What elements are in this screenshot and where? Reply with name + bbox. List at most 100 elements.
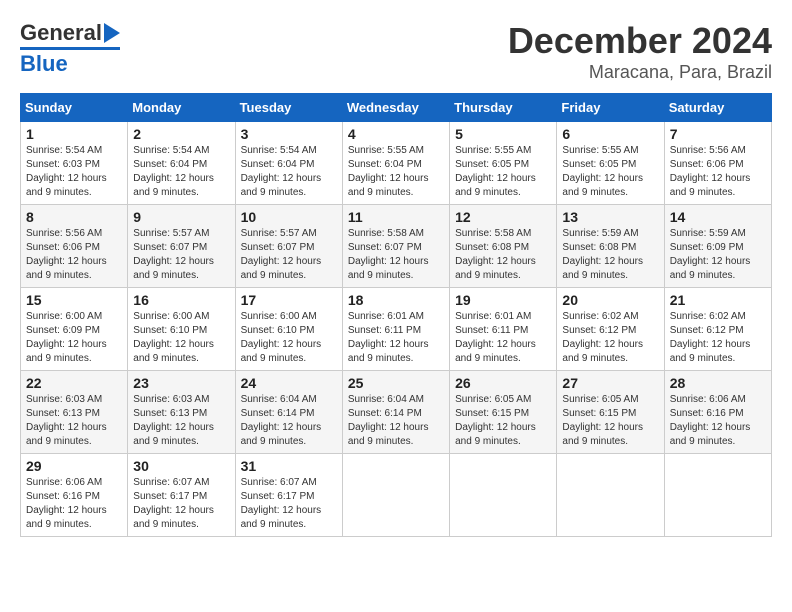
day-info: Sunrise: 6:01 AMSunset: 6:11 PMDaylight:…	[455, 311, 536, 364]
location-title: Maracana, Para, Brazil	[508, 62, 772, 83]
day-info: Sunrise: 6:07 AMSunset: 6:17 PMDaylight:…	[241, 477, 322, 530]
calendar-day-cell: 26 Sunrise: 6:05 AMSunset: 6:15 PMDaylig…	[450, 371, 557, 454]
day-info: Sunrise: 6:00 AMSunset: 6:10 PMDaylight:…	[241, 311, 322, 364]
day-number: 2	[133, 126, 229, 142]
day-number: 25	[348, 375, 444, 391]
day-number: 10	[241, 209, 337, 225]
day-number: 5	[455, 126, 551, 142]
calendar-day-cell: 23 Sunrise: 6:03 AMSunset: 6:13 PMDaylig…	[128, 371, 235, 454]
day-number: 3	[241, 126, 337, 142]
empty-cell	[557, 454, 664, 537]
day-number: 28	[670, 375, 766, 391]
day-info: Sunrise: 6:02 AMSunset: 6:12 PMDaylight:…	[562, 311, 643, 364]
day-info: Sunrise: 6:05 AMSunset: 6:15 PMDaylight:…	[562, 394, 643, 447]
day-info: Sunrise: 5:59 AMSunset: 6:08 PMDaylight:…	[562, 228, 643, 281]
calendar-day-cell: 7 Sunrise: 5:56 AMSunset: 6:06 PMDayligh…	[664, 122, 771, 205]
header: General Blue December 2024 Maracana, Par…	[20, 20, 772, 83]
column-header-friday: Friday	[557, 94, 664, 122]
calendar-header-row: SundayMondayTuesdayWednesdayThursdayFrid…	[21, 94, 772, 122]
calendar-day-cell: 28 Sunrise: 6:06 AMSunset: 6:16 PMDaylig…	[664, 371, 771, 454]
calendar-day-cell: 18 Sunrise: 6:01 AMSunset: 6:11 PMDaylig…	[342, 288, 449, 371]
logo-blue: Blue	[20, 51, 68, 77]
day-info: Sunrise: 6:03 AMSunset: 6:13 PMDaylight:…	[133, 394, 214, 447]
calendar-day-cell: 5 Sunrise: 5:55 AMSunset: 6:05 PMDayligh…	[450, 122, 557, 205]
day-number: 30	[133, 458, 229, 474]
calendar-day-cell: 12 Sunrise: 5:58 AMSunset: 6:08 PMDaylig…	[450, 205, 557, 288]
column-header-sunday: Sunday	[21, 94, 128, 122]
day-number: 1	[26, 126, 122, 142]
calendar-week-row: 15 Sunrise: 6:00 AMSunset: 6:09 PMDaylig…	[21, 288, 772, 371]
calendar-day-cell: 16 Sunrise: 6:00 AMSunset: 6:10 PMDaylig…	[128, 288, 235, 371]
day-info: Sunrise: 6:03 AMSunset: 6:13 PMDaylight:…	[26, 394, 107, 447]
calendar-week-row: 22 Sunrise: 6:03 AMSunset: 6:13 PMDaylig…	[21, 371, 772, 454]
day-info: Sunrise: 6:05 AMSunset: 6:15 PMDaylight:…	[455, 394, 536, 447]
day-info: Sunrise: 5:54 AMSunset: 6:04 PMDaylight:…	[241, 145, 322, 198]
day-number: 17	[241, 292, 337, 308]
calendar-day-cell: 20 Sunrise: 6:02 AMSunset: 6:12 PMDaylig…	[557, 288, 664, 371]
calendar-day-cell: 19 Sunrise: 6:01 AMSunset: 6:11 PMDaylig…	[450, 288, 557, 371]
logo-arrow-icon	[104, 23, 120, 43]
day-info: Sunrise: 5:55 AMSunset: 6:05 PMDaylight:…	[562, 145, 643, 198]
day-number: 22	[26, 375, 122, 391]
day-info: Sunrise: 5:54 AMSunset: 6:04 PMDaylight:…	[133, 145, 214, 198]
logo-underline	[20, 47, 120, 50]
day-info: Sunrise: 5:59 AMSunset: 6:09 PMDaylight:…	[670, 228, 751, 281]
day-number: 16	[133, 292, 229, 308]
calendar-day-cell: 8 Sunrise: 5:56 AMSunset: 6:06 PMDayligh…	[21, 205, 128, 288]
calendar-week-row: 1 Sunrise: 5:54 AMSunset: 6:03 PMDayligh…	[21, 122, 772, 205]
day-info: Sunrise: 6:06 AMSunset: 6:16 PMDaylight:…	[26, 477, 107, 530]
day-number: 31	[241, 458, 337, 474]
day-info: Sunrise: 6:01 AMSunset: 6:11 PMDaylight:…	[348, 311, 429, 364]
day-number: 9	[133, 209, 229, 225]
calendar-day-cell: 24 Sunrise: 6:04 AMSunset: 6:14 PMDaylig…	[235, 371, 342, 454]
empty-cell	[450, 454, 557, 537]
day-number: 12	[455, 209, 551, 225]
calendar-day-cell: 21 Sunrise: 6:02 AMSunset: 6:12 PMDaylig…	[664, 288, 771, 371]
calendar-day-cell: 10 Sunrise: 5:57 AMSunset: 6:07 PMDaylig…	[235, 205, 342, 288]
day-number: 14	[670, 209, 766, 225]
calendar-day-cell: 30 Sunrise: 6:07 AMSunset: 6:17 PMDaylig…	[128, 454, 235, 537]
day-number: 20	[562, 292, 658, 308]
calendar-day-cell: 22 Sunrise: 6:03 AMSunset: 6:13 PMDaylig…	[21, 371, 128, 454]
day-number: 23	[133, 375, 229, 391]
calendar-day-cell: 29 Sunrise: 6:06 AMSunset: 6:16 PMDaylig…	[21, 454, 128, 537]
day-info: Sunrise: 5:58 AMSunset: 6:07 PMDaylight:…	[348, 228, 429, 281]
column-header-thursday: Thursday	[450, 94, 557, 122]
title-area: December 2024 Maracana, Para, Brazil	[508, 20, 772, 83]
calendar-week-row: 8 Sunrise: 5:56 AMSunset: 6:06 PMDayligh…	[21, 205, 772, 288]
empty-cell	[664, 454, 771, 537]
column-header-monday: Monday	[128, 94, 235, 122]
day-info: Sunrise: 5:54 AMSunset: 6:03 PMDaylight:…	[26, 145, 107, 198]
calendar-day-cell: 6 Sunrise: 5:55 AMSunset: 6:05 PMDayligh…	[557, 122, 664, 205]
day-number: 15	[26, 292, 122, 308]
column-header-saturday: Saturday	[664, 94, 771, 122]
calendar-table: SundayMondayTuesdayWednesdayThursdayFrid…	[20, 93, 772, 537]
calendar-day-cell: 3 Sunrise: 5:54 AMSunset: 6:04 PMDayligh…	[235, 122, 342, 205]
day-number: 18	[348, 292, 444, 308]
day-info: Sunrise: 6:00 AMSunset: 6:09 PMDaylight:…	[26, 311, 107, 364]
logo-general: General	[20, 20, 102, 46]
calendar-day-cell: 27 Sunrise: 6:05 AMSunset: 6:15 PMDaylig…	[557, 371, 664, 454]
calendar-day-cell: 9 Sunrise: 5:57 AMSunset: 6:07 PMDayligh…	[128, 205, 235, 288]
calendar-day-cell: 14 Sunrise: 5:59 AMSunset: 6:09 PMDaylig…	[664, 205, 771, 288]
day-info: Sunrise: 5:58 AMSunset: 6:08 PMDaylight:…	[455, 228, 536, 281]
calendar-day-cell: 11 Sunrise: 5:58 AMSunset: 6:07 PMDaylig…	[342, 205, 449, 288]
day-info: Sunrise: 6:00 AMSunset: 6:10 PMDaylight:…	[133, 311, 214, 364]
day-number: 26	[455, 375, 551, 391]
day-info: Sunrise: 5:56 AMSunset: 6:06 PMDaylight:…	[26, 228, 107, 281]
calendar-day-cell: 25 Sunrise: 6:04 AMSunset: 6:14 PMDaylig…	[342, 371, 449, 454]
day-info: Sunrise: 5:55 AMSunset: 6:05 PMDaylight:…	[455, 145, 536, 198]
day-info: Sunrise: 5:57 AMSunset: 6:07 PMDaylight:…	[241, 228, 322, 281]
day-number: 6	[562, 126, 658, 142]
calendar-day-cell: 31 Sunrise: 6:07 AMSunset: 6:17 PMDaylig…	[235, 454, 342, 537]
calendar-day-cell: 2 Sunrise: 5:54 AMSunset: 6:04 PMDayligh…	[128, 122, 235, 205]
day-number: 13	[562, 209, 658, 225]
day-info: Sunrise: 6:04 AMSunset: 6:14 PMDaylight:…	[241, 394, 322, 447]
day-info: Sunrise: 6:02 AMSunset: 6:12 PMDaylight:…	[670, 311, 751, 364]
calendar-day-cell: 15 Sunrise: 6:00 AMSunset: 6:09 PMDaylig…	[21, 288, 128, 371]
column-header-tuesday: Tuesday	[235, 94, 342, 122]
day-number: 11	[348, 209, 444, 225]
day-number: 4	[348, 126, 444, 142]
calendar-day-cell: 13 Sunrise: 5:59 AMSunset: 6:08 PMDaylig…	[557, 205, 664, 288]
day-number: 7	[670, 126, 766, 142]
